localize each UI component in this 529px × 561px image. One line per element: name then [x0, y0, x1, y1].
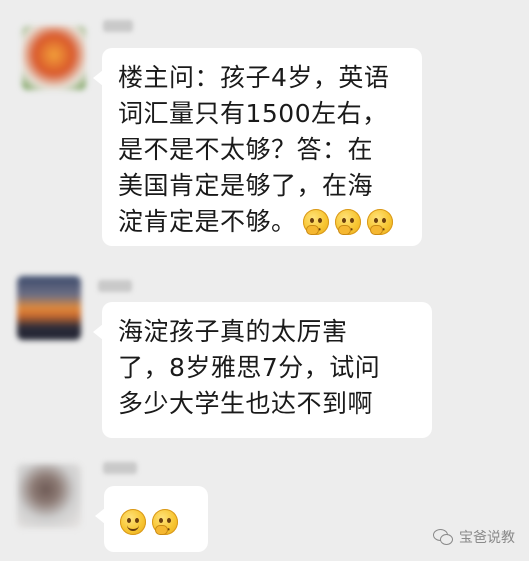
smile-emoji-icon: [120, 509, 146, 535]
thinking-emoji-icon: [366, 209, 393, 235]
message-bubble[interactable]: 海淀孩子真的太厉害 了，8岁雅思7分，试问 多少大学生也达不到啊: [93, 302, 432, 438]
avatar-flower[interactable]: [22, 26, 86, 90]
watermark: 宝爸说教: [433, 527, 515, 547]
message-line: 多少大学生也达不到啊: [118, 389, 374, 418]
message-line: 淀肯定是不够。: [118, 207, 297, 236]
sender-name: [103, 462, 137, 474]
avatar-person[interactable]: [17, 464, 81, 528]
avatar-sunset[interactable]: [17, 276, 81, 340]
message-bubble[interactable]: 楼主问：孩子4岁，英语 词汇量只有1500左右， 是不是不太够？答：在 美国肯定…: [93, 48, 422, 246]
message-line: 是不是不太够？答：在: [118, 135, 374, 164]
sender-name: [98, 280, 132, 292]
thinking-emoji-icon: [302, 209, 329, 235]
message-line: 了，8岁雅思7分，试问: [118, 353, 381, 382]
thinking-emoji-icon: [334, 209, 361, 235]
message-line-with-emoji: 淀肯定是不够。: [118, 204, 406, 240]
thinking-emoji-icon: [152, 509, 178, 535]
message-line: 美国肯定是够了，在海: [118, 171, 374, 200]
message-line: 楼主问：孩子4岁，英语: [118, 63, 390, 92]
wechat-icon: [433, 529, 453, 545]
sender-name: [103, 20, 133, 32]
message-bubble[interactable]: [95, 486, 208, 552]
watermark-text: 宝爸说教: [459, 530, 515, 546]
message-line: 海淀孩子真的太厉害: [118, 317, 348, 346]
message-line: 词汇量只有1500左右，: [118, 99, 388, 128]
